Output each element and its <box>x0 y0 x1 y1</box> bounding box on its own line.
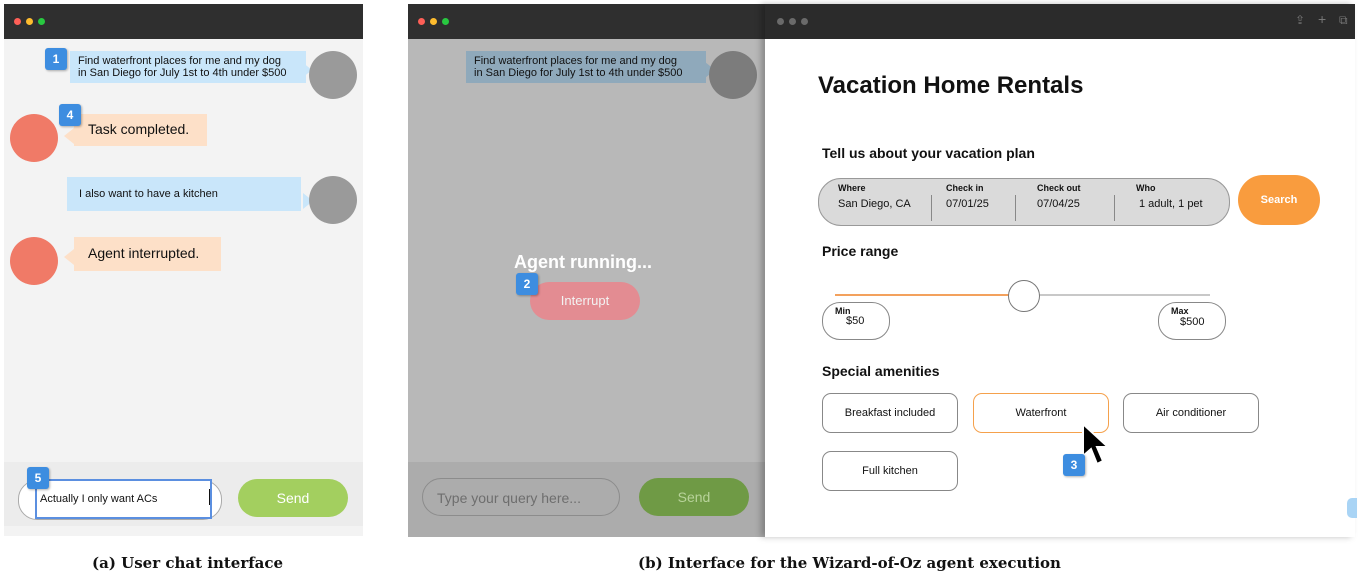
chat-input-bar: Type your query here... Send <box>408 462 765 537</box>
agent-message: Task completed. <box>74 114 207 146</box>
step-badge: 2 <box>516 273 538 295</box>
user-avatar <box>709 51 757 99</box>
maximize-window-icon[interactable] <box>38 18 45 25</box>
agent-message: Agent interrupted. <box>74 237 221 271</box>
wizard-interface: Find waterfront places for me and my dog… <box>408 4 1357 537</box>
message-line: in San Diego for July 1st to 4th under $… <box>78 67 287 79</box>
amenity-breakfast[interactable]: Breakfast included <box>822 393 958 433</box>
min-value: $50 <box>846 315 865 327</box>
plan-heading: Tell us about your vacation plan <box>822 145 1035 161</box>
send-button[interactable]: Send <box>639 478 749 516</box>
send-button[interactable]: Send <box>238 479 348 517</box>
chat-input-field[interactable]: Actually I only want ACs <box>35 479 212 519</box>
interrupt-button[interactable]: Interrupt <box>530 282 640 320</box>
min-price-field[interactable]: Min $50 <box>822 302 890 340</box>
checkout-label: Check out <box>1037 183 1081 193</box>
who-field[interactable]: 1 adult, 1 pet <box>1139 198 1203 210</box>
minimize-window-icon[interactable] <box>26 18 33 25</box>
mouse-cursor-icon <box>1082 422 1111 466</box>
caption-b: (b) Interface for the Wizard-of-Oz agent… <box>638 554 1061 572</box>
price-slider-thumb[interactable] <box>1008 280 1040 312</box>
divider <box>1114 195 1115 221</box>
new-tab-icon[interactable]: + <box>1318 11 1326 27</box>
minimize-window-icon[interactable] <box>430 18 437 25</box>
message-line: Find waterfront places for me and my dog <box>474 55 677 67</box>
close-window-icon[interactable] <box>418 18 425 25</box>
tabs-overview-icon[interactable]: ⧉ <box>1339 13 1348 28</box>
message-line: Find waterfront places for me and my dog <box>78 55 281 67</box>
max-price-field[interactable]: Max $500 <box>1158 302 1226 340</box>
step-badge: 5 <box>27 467 49 489</box>
user-message: Find waterfront places for me and my dog… <box>466 51 706 83</box>
search-button[interactable]: Search <box>1238 175 1320 225</box>
amenity-full-kitchen[interactable]: Full kitchen <box>822 451 958 491</box>
price-slider-track <box>835 280 1210 312</box>
max-value: $500 <box>1180 316 1205 328</box>
user-chat-window: Find waterfront places for me and my dog… <box>4 4 363 536</box>
divider <box>1015 195 1016 221</box>
message-line: in San Diego for July 1st to 4th under $… <box>474 67 683 79</box>
close-window-icon[interactable] <box>777 18 784 25</box>
rental-browser-window: ⇪ + ⧉ Vacation Home Rentals Tell us abou… <box>765 4 1357 537</box>
where-field[interactable]: San Diego, CA <box>838 198 911 210</box>
bubble-tail <box>64 249 74 265</box>
window-titlebar <box>4 4 363 39</box>
checkin-label: Check in <box>946 183 984 193</box>
checkin-field[interactable]: 07/01/25 <box>946 198 989 210</box>
text-cursor <box>209 489 210 505</box>
wizard-chat-window: Find waterfront places for me and my dog… <box>408 4 765 537</box>
price-slider-fill <box>835 294 1023 296</box>
checkout-field[interactable]: 07/04/25 <box>1037 198 1080 210</box>
where-label: Where <box>838 183 866 193</box>
browser-titlebar: ⇪ + ⧉ <box>765 4 1355 39</box>
amenity-air-conditioner[interactable]: Air conditioner <box>1123 393 1259 433</box>
who-label: Who <box>1136 183 1156 193</box>
user-avatar <box>309 51 357 99</box>
share-icon[interactable]: ⇪ <box>1295 13 1305 27</box>
agent-running-label: Agent running... <box>514 252 652 272</box>
user-avatar <box>309 176 357 224</box>
step-badge: 4 <box>59 104 81 126</box>
user-message: I also want to have a kitchen <box>67 177 301 211</box>
close-window-icon[interactable] <box>14 18 21 25</box>
maximize-window-icon[interactable] <box>442 18 449 25</box>
user-message: Find waterfront places for me and my dog… <box>70 51 306 83</box>
chat-input-bar: Actually I only want ACs 5 Send <box>4 462 363 526</box>
agent-avatar <box>10 237 58 285</box>
maximize-window-icon[interactable] <box>801 18 808 25</box>
agent-avatar <box>10 114 58 162</box>
page-title: Vacation Home Rentals <box>818 72 1084 99</box>
window-titlebar <box>408 4 765 39</box>
step-badge: 1 <box>45 48 67 70</box>
bubble-tail <box>64 128 74 144</box>
step-badge: 3 <box>1063 454 1085 476</box>
max-label: Max <box>1171 306 1189 316</box>
scroll-indicator[interactable] <box>1347 498 1357 518</box>
divider <box>931 195 932 221</box>
vacation-search-bar: Where San Diego, CA Check in 07/01/25 Ch… <box>818 178 1230 226</box>
chat-input-field[interactable]: Type your query here... <box>422 478 620 516</box>
price-heading: Price range <box>822 243 899 259</box>
amenities-heading: Special amenities <box>822 363 940 379</box>
caption-a: (a) User chat interface <box>92 554 284 572</box>
minimize-window-icon[interactable] <box>789 18 796 25</box>
